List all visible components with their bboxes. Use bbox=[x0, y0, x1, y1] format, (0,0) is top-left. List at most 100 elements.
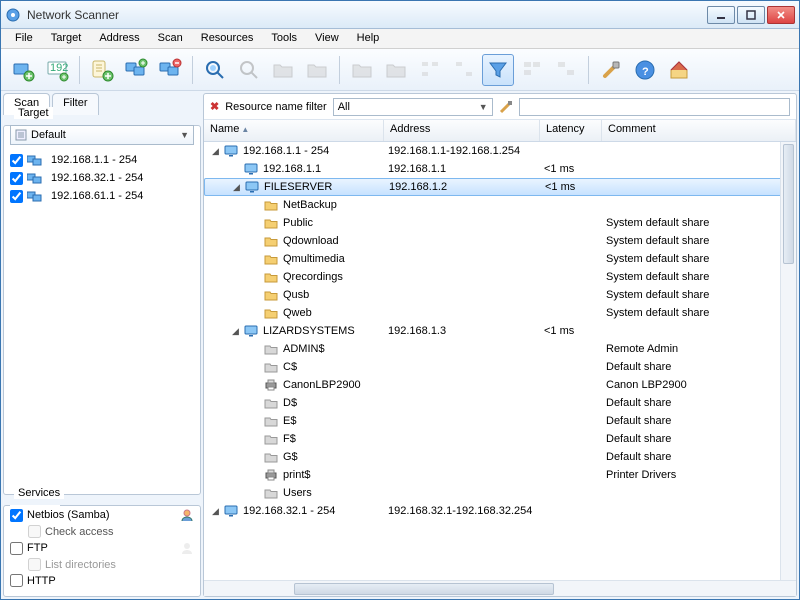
column-header: Name▲ Address Latency Comment bbox=[204, 120, 796, 142]
target-row[interactable]: 192.168.61.1 - 254 bbox=[10, 187, 194, 205]
collapse-icon[interactable]: ◢ bbox=[230, 326, 241, 337]
tree-row[interactable]: ◢LIZARDSYSTEMS192.168.1.3<1 ms bbox=[204, 322, 796, 340]
collapse-icon[interactable]: ◢ bbox=[210, 146, 221, 157]
tree-row[interactable]: QwebSystem default share bbox=[204, 304, 796, 322]
tree-row[interactable]: 192.168.1.1192.168.1.1<1 ms bbox=[204, 160, 796, 178]
folder-remove-button[interactable] bbox=[301, 54, 333, 86]
filter-combo[interactable]: All ▼ bbox=[333, 98, 493, 116]
tree-row[interactable]: CanonLBP2900Canon LBP2900 bbox=[204, 376, 796, 394]
menu-file[interactable]: File bbox=[7, 31, 41, 46]
tree-tool-button[interactable] bbox=[414, 54, 446, 86]
help-button[interactable]: ? bbox=[629, 54, 661, 86]
layout-2-button[interactable] bbox=[550, 54, 582, 86]
tree-row[interactable]: ◢FILESERVER192.168.1.2<1 ms bbox=[204, 178, 796, 196]
titlebar: Network Scanner bbox=[1, 1, 799, 29]
menu-view[interactable]: View bbox=[307, 31, 347, 46]
col-comment[interactable]: Comment bbox=[602, 120, 796, 141]
target-row[interactable]: 192.168.32.1 - 254 bbox=[10, 169, 194, 187]
folder-gray-icon bbox=[263, 360, 279, 374]
row-comment: Default share bbox=[602, 415, 796, 427]
col-name[interactable]: Name▲ bbox=[204, 120, 384, 141]
home-button[interactable] bbox=[663, 54, 695, 86]
row-name: F$ bbox=[283, 433, 296, 445]
collapse-icon[interactable]: ◢ bbox=[231, 182, 242, 193]
hosts-remove-button[interactable] bbox=[154, 54, 186, 86]
row-comment: Default share bbox=[602, 397, 796, 409]
tree-row[interactable]: print$Printer Drivers bbox=[204, 466, 796, 484]
folder-scan-button[interactable] bbox=[267, 54, 299, 86]
menu-target[interactable]: Target bbox=[43, 31, 90, 46]
collapse-icon[interactable]: ◢ bbox=[210, 506, 221, 517]
target-combo[interactable]: Default ▼ bbox=[10, 125, 194, 145]
export-play-button[interactable] bbox=[380, 54, 412, 86]
tree-row[interactable]: PublicSystem default share bbox=[204, 214, 796, 232]
tree-row[interactable]: ◢192.168.32.1 - 254192.168.32.1-192.168.… bbox=[204, 502, 796, 520]
add-list-button[interactable] bbox=[86, 54, 118, 86]
filter-input[interactable] bbox=[519, 98, 790, 116]
tree-row[interactable]: QrecordingsSystem default share bbox=[204, 268, 796, 286]
tree-row[interactable]: QdownloadSystem default share bbox=[204, 232, 796, 250]
service-sub-checkbox[interactable] bbox=[28, 558, 41, 571]
row-latency: <1 ms bbox=[541, 181, 603, 193]
col-address[interactable]: Address bbox=[384, 120, 540, 141]
target-checkbox[interactable] bbox=[10, 190, 23, 203]
row-name: G$ bbox=[283, 451, 298, 463]
tree-row[interactable]: F$Default share bbox=[204, 430, 796, 448]
layout-1-button[interactable] bbox=[516, 54, 548, 86]
col-latency[interactable]: Latency bbox=[540, 120, 602, 141]
folder-icon bbox=[263, 252, 279, 266]
service-checkbox[interactable] bbox=[10, 542, 23, 555]
close-button[interactable] bbox=[767, 6, 795, 24]
tree-row[interactable]: ◢192.168.1.1 - 254192.168.1.1-192.168.1.… bbox=[204, 142, 796, 160]
edit-filter-icon[interactable] bbox=[499, 100, 513, 114]
folder-gray-icon bbox=[263, 450, 279, 464]
vertical-scrollbar[interactable] bbox=[780, 142, 796, 580]
target-row[interactable]: 192.168.1.1 - 254 bbox=[10, 151, 194, 169]
service-sub-checkbox[interactable] bbox=[28, 525, 41, 538]
target-checkbox[interactable] bbox=[10, 172, 23, 185]
tree-row[interactable]: D$Default share bbox=[204, 394, 796, 412]
export-button[interactable] bbox=[346, 54, 378, 86]
menu-tools[interactable]: Tools bbox=[263, 31, 305, 46]
maximize-button[interactable] bbox=[737, 6, 765, 24]
add-scan-button[interactable] bbox=[7, 54, 39, 86]
result-tree[interactable]: ◢192.168.1.1 - 254192.168.1.1-192.168.1.… bbox=[204, 142, 796, 580]
row-address: 192.168.1.1 bbox=[384, 163, 540, 175]
service-checkbox[interactable] bbox=[10, 574, 23, 587]
service-checkbox[interactable] bbox=[10, 509, 23, 522]
scan-button[interactable] bbox=[199, 54, 231, 86]
network-tool-button[interactable] bbox=[448, 54, 480, 86]
menu-help[interactable]: Help bbox=[349, 31, 388, 46]
row-latency: <1 ms bbox=[540, 325, 602, 337]
filter-bar: ✖ Resource name filter All ▼ bbox=[204, 94, 796, 120]
folder-icon bbox=[263, 216, 279, 230]
clear-filter-icon[interactable]: ✖ bbox=[210, 100, 219, 113]
service-label: Netbios (Samba) bbox=[27, 509, 110, 521]
menu-scan[interactable]: Scan bbox=[150, 31, 191, 46]
tree-row[interactable]: E$Default share bbox=[204, 412, 796, 430]
tree-row[interactable]: QusbSystem default share bbox=[204, 286, 796, 304]
hosts-add-button[interactable] bbox=[120, 54, 152, 86]
minimize-button[interactable] bbox=[707, 6, 735, 24]
horizontal-scrollbar[interactable] bbox=[204, 580, 796, 596]
tree-row[interactable]: QmultimediaSystem default share bbox=[204, 250, 796, 268]
target-checkbox[interactable] bbox=[10, 154, 23, 167]
row-name: Qrecordings bbox=[283, 271, 343, 283]
settings-button[interactable] bbox=[595, 54, 627, 86]
tree-row[interactable]: NetBackup bbox=[204, 196, 796, 214]
ip-range-button[interactable]: 192.x.x bbox=[41, 54, 73, 86]
tree-row[interactable]: ADMIN$Remote Admin bbox=[204, 340, 796, 358]
filter-button[interactable] bbox=[482, 54, 514, 86]
tree-row[interactable]: C$Default share bbox=[204, 358, 796, 376]
menu-address[interactable]: Address bbox=[91, 31, 147, 46]
tab-filter[interactable]: Filter bbox=[52, 93, 98, 115]
tree-row[interactable]: G$Default share bbox=[204, 448, 796, 466]
tree-row[interactable]: Users bbox=[204, 484, 796, 502]
svg-text:?: ? bbox=[642, 66, 649, 78]
rescan-button[interactable] bbox=[233, 54, 265, 86]
row-name: Qdownload bbox=[283, 235, 339, 247]
chevron-down-icon: ▼ bbox=[479, 102, 488, 112]
menu-resources[interactable]: Resources bbox=[193, 31, 262, 46]
row-comment: System default share bbox=[602, 217, 796, 229]
service-sub-label: Check access bbox=[45, 526, 113, 538]
